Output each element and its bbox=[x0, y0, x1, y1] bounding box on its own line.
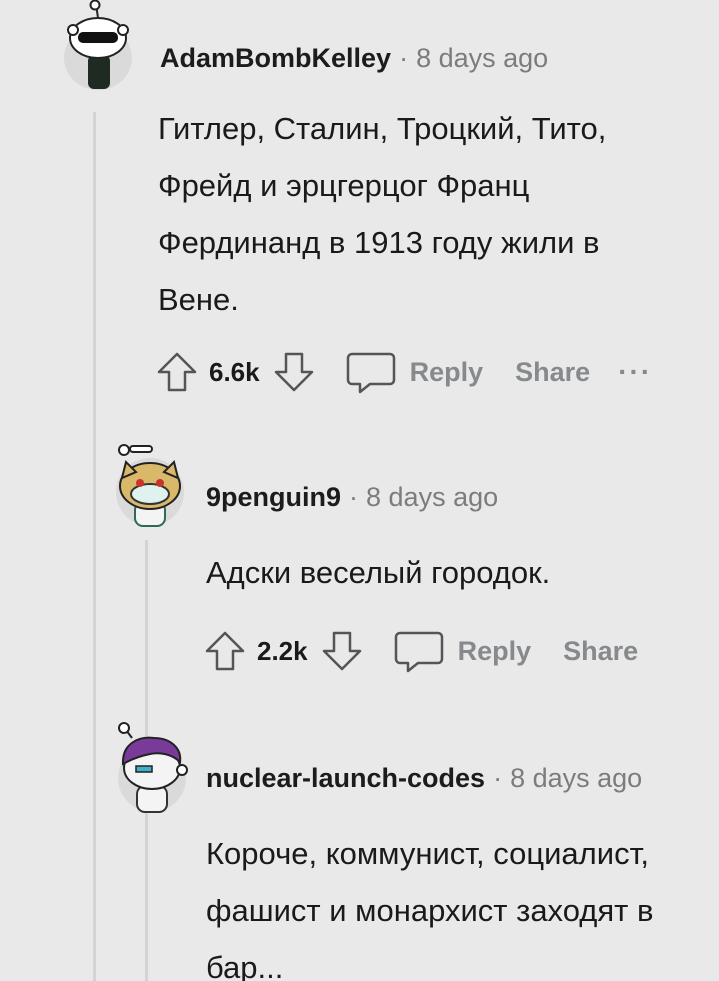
downvote-icon[interactable] bbox=[320, 629, 364, 673]
avatar-purple-hair-icon[interactable] bbox=[112, 718, 192, 814]
comment-meta: 9penguin9 · 8 days ago bbox=[206, 482, 498, 513]
comment-bubble-icon[interactable] bbox=[346, 350, 396, 394]
comment-body: Гитлер, Сталин, Троцкий, Тито, Фрейд и э… bbox=[158, 111, 607, 317]
username-link[interactable]: 9penguin9 bbox=[206, 482, 341, 512]
comment-meta: AdamBombKelley · 8 days ago bbox=[160, 43, 548, 74]
share-button[interactable]: Share bbox=[563, 636, 638, 667]
reply-button[interactable]: Reply bbox=[458, 636, 532, 667]
downvote-icon[interactable] bbox=[272, 350, 316, 394]
vote-score: 2.2k bbox=[257, 635, 308, 666]
username-link[interactable]: AdamBombKelley bbox=[160, 43, 391, 73]
more-options-button[interactable]: ··· bbox=[618, 356, 652, 388]
meta-separator: · bbox=[349, 482, 359, 512]
timestamp[interactable]: 8 days ago bbox=[416, 43, 548, 73]
comment-body: Короче, коммунист, социалист, фашист и м… bbox=[206, 836, 654, 981]
username-link[interactable]: nuclear-launch-codes bbox=[206, 763, 485, 793]
comment-meta: nuclear-launch-codes · 8 days ago bbox=[206, 763, 642, 794]
timestamp[interactable]: 8 days ago bbox=[366, 482, 498, 512]
upvote-icon[interactable] bbox=[203, 629, 247, 673]
comment-bubble-icon[interactable] bbox=[394, 629, 444, 673]
meta-separator: · bbox=[399, 43, 409, 73]
comment-actions: 2.2k Reply Share bbox=[203, 626, 638, 676]
comment-body: Адски веселый городок. bbox=[206, 555, 551, 590]
vote-score: 6.6k bbox=[209, 356, 260, 387]
share-button[interactable]: Share bbox=[515, 357, 590, 388]
thread-line-level-1[interactable] bbox=[93, 112, 96, 981]
upvote-icon[interactable] bbox=[155, 350, 199, 394]
comment-actions: 6.6k Reply Share ··· bbox=[155, 347, 652, 397]
comment-thread: AdamBombKelley · 8 days ago Гитлер, Сталин… bbox=[0, 0, 719, 981]
timestamp[interactable]: 8 days ago bbox=[510, 763, 642, 793]
reply-button[interactable]: Reply bbox=[410, 357, 484, 388]
avatar-dog-mask-icon[interactable] bbox=[110, 440, 190, 530]
meta-separator: · bbox=[493, 763, 503, 793]
avatar-sunglasses-icon[interactable] bbox=[62, 0, 134, 90]
